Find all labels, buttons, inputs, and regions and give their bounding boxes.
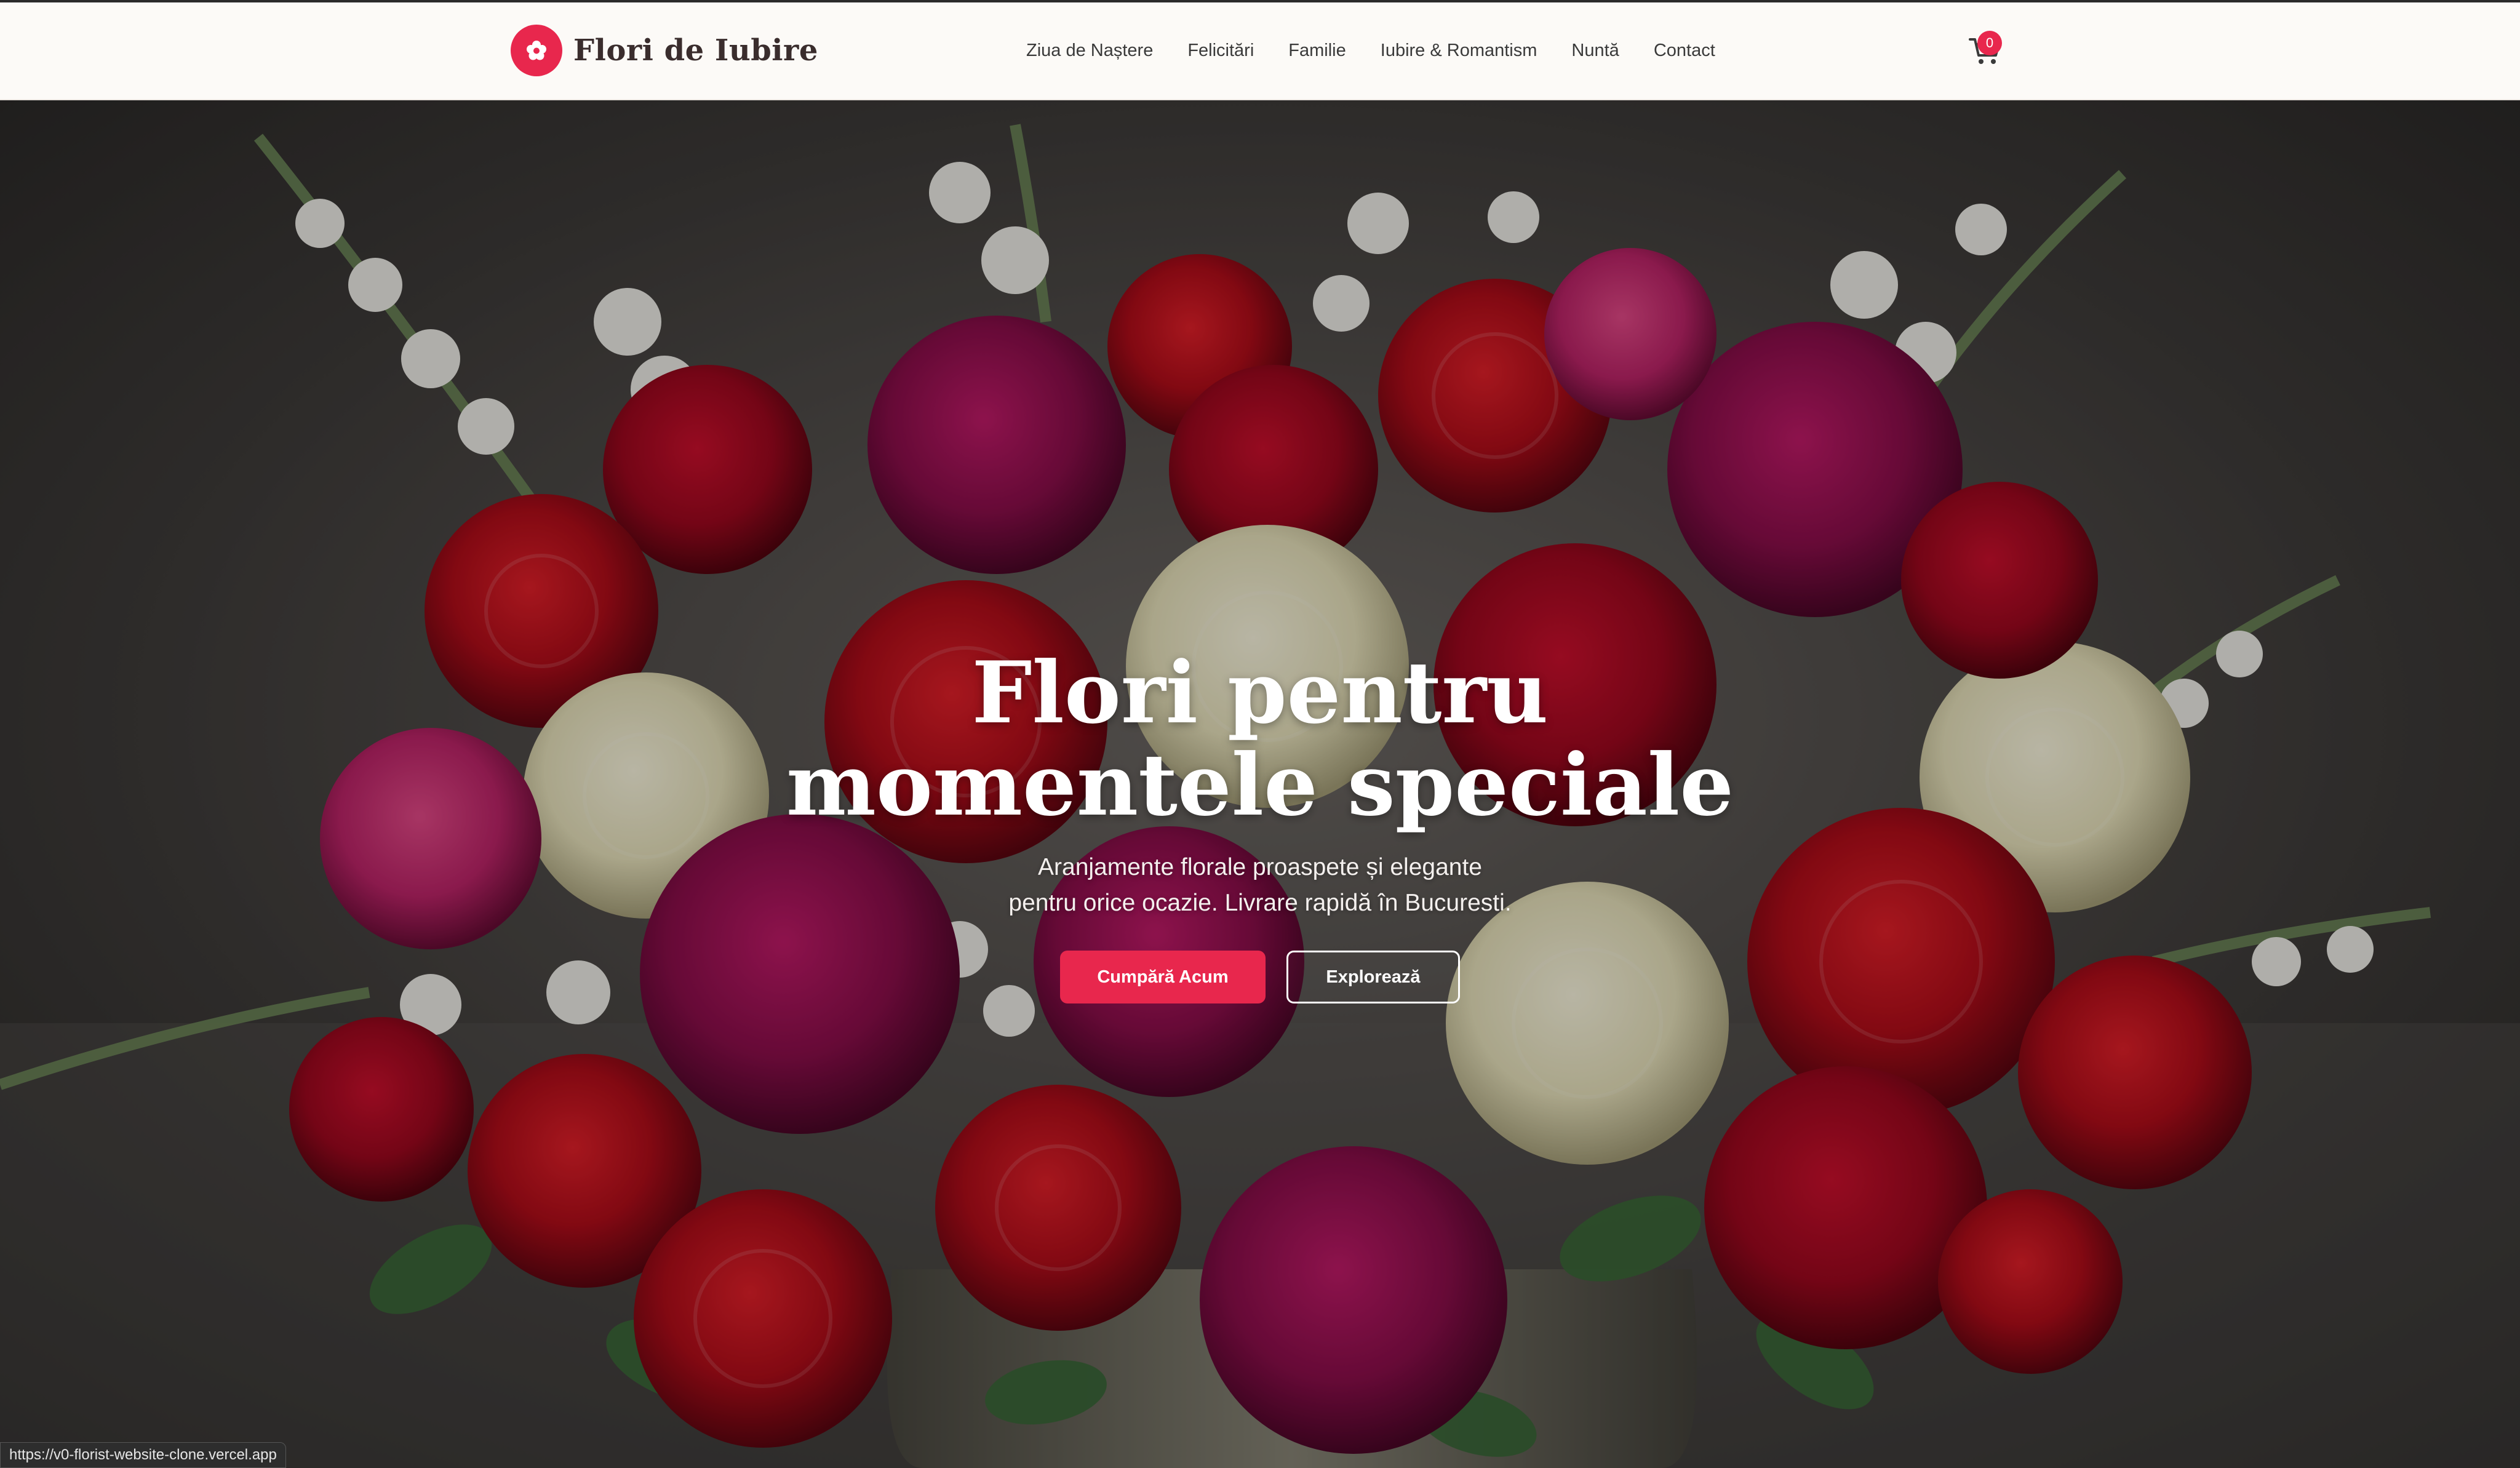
flower-icon bbox=[511, 25, 562, 76]
hero-subtitle: Aranjamente florale proaspete și elegant… bbox=[983, 850, 1537, 921]
status-bar-url: https://v0-florist-website-clone.vercel.… bbox=[0, 1442, 286, 1468]
hero-title-line-1: Flori pentru bbox=[971, 642, 1549, 743]
nav-item-familie[interactable]: Familie bbox=[1288, 41, 1346, 61]
hero-section: Flori pentru momentele speciale Aranjame… bbox=[0, 100, 2520, 1468]
hero-buttons: Cumpără Acum Explorează bbox=[706, 951, 1814, 1003]
site-header: Flori de Iubire Ziua de Naștere Felicită… bbox=[0, 0, 2520, 100]
brand-name: Flori de Iubire bbox=[573, 33, 818, 68]
window-top-edge bbox=[0, 0, 2520, 2]
hero-content: Flori pentru momentele speciale Aranjame… bbox=[706, 647, 1814, 1003]
hero-subtitle-line-1: Aranjamente florale proaspete și elegant… bbox=[1038, 854, 1482, 880]
buy-now-button[interactable]: Cumpără Acum bbox=[1060, 951, 1266, 1003]
nav-item-ziua-de-nastere[interactable]: Ziua de Naștere bbox=[1026, 41, 1153, 61]
main-navigation: Ziua de Naștere Felicitări Familie Iubir… bbox=[1026, 34, 1715, 66]
nav-item-felicitari[interactable]: Felicitări bbox=[1187, 41, 1254, 61]
hero-title-line-2: momentele speciale bbox=[786, 735, 1734, 835]
nav-item-iubire-romantism[interactable]: Iubire & Romantism bbox=[1381, 41, 1537, 61]
explore-button[interactable]: Explorează bbox=[1286, 951, 1460, 1003]
brand-logo-link[interactable]: Flori de Iubire bbox=[511, 25, 818, 76]
hero-subtitle-line-2: pentru orice ocazie. Livrare rapidă în B… bbox=[1008, 890, 1512, 916]
nav-item-contact[interactable]: Contact bbox=[1654, 41, 1715, 61]
hero-title: Flori pentru momentele speciale bbox=[706, 647, 1814, 831]
cart-count-badge: 0 bbox=[1977, 31, 2002, 55]
nav-item-nunta[interactable]: Nuntă bbox=[1571, 41, 1619, 61]
